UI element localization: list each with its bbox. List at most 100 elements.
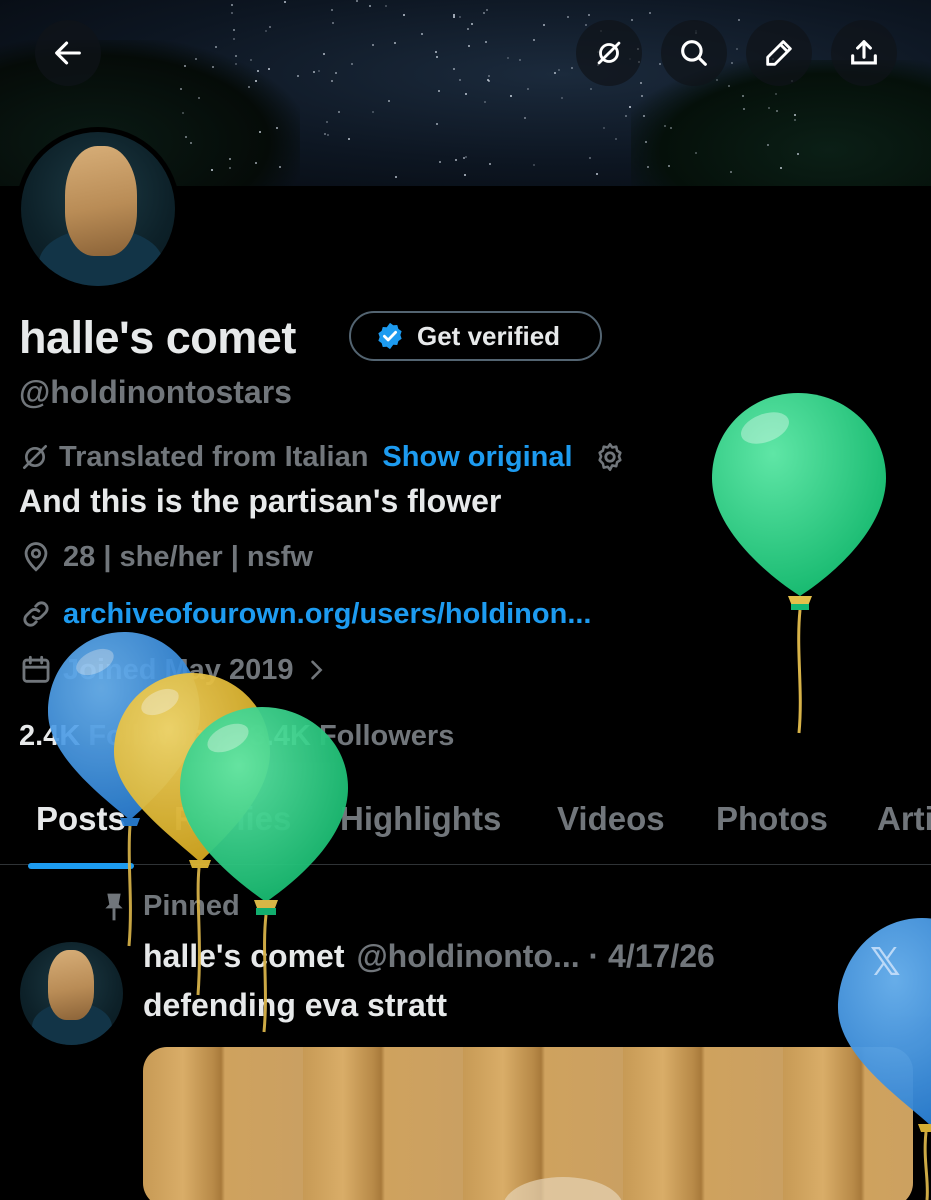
- back-button[interactable]: [35, 20, 101, 86]
- star: [640, 94, 643, 97]
- star: [730, 62, 733, 64]
- profile-bio: And this is the partisan's flower: [19, 483, 502, 519]
- website-link[interactable]: archiveofourown.org/users/holdinon...: [63, 598, 592, 631]
- profile-avatar[interactable]: [16, 127, 180, 291]
- star: [228, 158, 231, 161]
- get-verified-label: Get verified: [417, 320, 561, 351]
- star: [267, 68, 270, 70]
- post-text: defending eva stratt: [143, 987, 448, 1023]
- verified-badge-icon: [378, 322, 402, 350]
- search-button[interactable]: [661, 20, 727, 86]
- star: [510, 95, 513, 98]
- star: [796, 152, 799, 155]
- star: [459, 16, 462, 19]
- star: [254, 79, 257, 82]
- avatar-image: [21, 132, 175, 286]
- location-text: 28 | she/her | nsfw: [63, 540, 313, 573]
- star: [519, 59, 522, 62]
- star: [437, 89, 440, 92]
- star: [527, 87, 530, 90]
- star: [338, 110, 341, 113]
- star: [368, 5, 371, 8]
- following-stat[interactable]: 2.4K Following: [19, 720, 224, 753]
- star: [322, 53, 325, 56]
- edit-button[interactable]: [746, 20, 812, 86]
- followers-label: Followers: [318, 720, 455, 752]
- followers-stat[interactable]: 3.4K Followers: [250, 720, 455, 753]
- star: [331, 79, 334, 82]
- tab-photos[interactable]: Photos: [716, 790, 828, 838]
- star: [738, 18, 741, 21]
- star: [628, 105, 631, 108]
- star: [269, 26, 272, 29]
- star: [325, 120, 328, 123]
- star: [482, 11, 485, 14]
- pinned-label: Pinned: [143, 890, 240, 922]
- star: [283, 0, 286, 3]
- star: [231, 12, 234, 15]
- post-header: halle's comet @holdinonto... · 4/17/26: [143, 938, 715, 975]
- star: [639, 82, 642, 85]
- star: [631, 18, 634, 21]
- star: [258, 131, 261, 134]
- star: [558, 69, 561, 72]
- location-row: 28 | she/her | nsfw: [19, 540, 313, 574]
- star: [326, 133, 329, 136]
- joined-text: Joined May 2019: [63, 653, 294, 686]
- profile-tabs: Posts Replies Highlights Videos Photos A…: [0, 790, 931, 869]
- star: [180, 87, 183, 90]
- following-count: 2.4K: [19, 720, 81, 752]
- star: [794, 118, 797, 121]
- pinned-indicator: Pinned: [100, 890, 240, 923]
- avatar-hair: [65, 146, 137, 256]
- star: [452, 13, 455, 16]
- balloon-green-middle: [180, 707, 348, 1033]
- star: [230, 3, 233, 6]
- translate-icon: [23, 445, 47, 469]
- star: [524, 117, 527, 120]
- star: [384, 4, 387, 7]
- share-icon: [851, 40, 877, 65]
- star: [402, 13, 405, 16]
- star: [465, 92, 468, 95]
- share-button[interactable]: [831, 20, 897, 86]
- star: [371, 43, 374, 46]
- profile-handle: @holdinontostars: [19, 374, 292, 410]
- tab-posts[interactable]: Posts: [28, 790, 134, 869]
- star: [247, 86, 250, 89]
- website-row: archiveofourown.org/users/holdinon...: [19, 597, 592, 631]
- star: [614, 137, 617, 140]
- star: [388, 100, 391, 103]
- star: [584, 24, 587, 27]
- get-verified-button[interactable]: Get verified: [349, 311, 602, 361]
- star: [595, 172, 598, 175]
- translate-button[interactable]: [576, 20, 642, 86]
- post-author-name[interactable]: halle's comet: [143, 938, 344, 975]
- calendar-icon: [22, 655, 50, 683]
- post-media-image[interactable]: [143, 1047, 913, 1200]
- tab-replies[interactable]: Replies: [174, 790, 291, 838]
- star: [331, 9, 334, 12]
- star: [465, 155, 468, 158]
- star: [485, 41, 488, 44]
- post-avatar[interactable]: [20, 942, 123, 1045]
- star: [487, 75, 490, 78]
- show-original-link[interactable]: Show original: [382, 441, 572, 474]
- star: [624, 115, 627, 118]
- star: [488, 79, 491, 82]
- tab-articles[interactable]: Articles: [877, 790, 931, 838]
- star: [587, 13, 590, 16]
- star: [533, 164, 536, 167]
- star: [197, 96, 200, 99]
- star: [470, 22, 473, 25]
- star: [553, 72, 556, 75]
- pin-icon: [105, 893, 123, 920]
- joined-row[interactable]: Joined May 2019: [19, 653, 340, 687]
- star: [452, 67, 455, 70]
- tab-videos[interactable]: Videos: [557, 790, 665, 838]
- tab-highlights[interactable]: Highlights: [340, 790, 501, 838]
- star: [776, 109, 779, 112]
- media-detail: [503, 1177, 623, 1200]
- star: [774, 92, 777, 95]
- gear-icon[interactable]: [593, 440, 627, 474]
